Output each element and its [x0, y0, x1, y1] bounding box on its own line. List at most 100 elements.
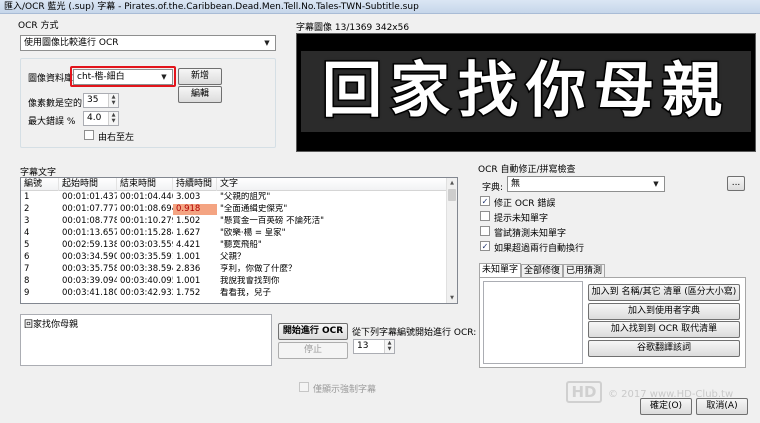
new-db-button[interactable]: 新增	[178, 68, 222, 85]
option-label: 如果超過兩行自動換行	[494, 244, 585, 254]
table-cell-num: 7	[24, 264, 30, 274]
subtitle-image-text: 回家找你母親	[321, 55, 730, 128]
add-user-dict-button[interactable]: 加入到使用者字典	[588, 303, 740, 320]
subtitle-image-preview: 回家找你母親	[296, 33, 756, 152]
table-cell-end: 00:01:15.284	[120, 228, 173, 238]
pixel-space-stepper[interactable]: 35 ▲ ▼	[83, 93, 119, 108]
image-db-label: 圖像資料庫	[28, 74, 74, 84]
table-cell-num: 6	[24, 252, 30, 262]
option-checkbox[interactable]	[480, 211, 490, 221]
table-cell-start: 00:01:13.657	[62, 228, 117, 238]
table-cell-dur: 1.752	[176, 288, 201, 298]
add-ocr-replace-button[interactable]: 加入找到到 OCR 取代清單	[588, 321, 740, 338]
max-error-value: 4.0	[87, 113, 102, 123]
current-text-box[interactable]: 回家找你母親	[20, 314, 272, 366]
scroll-thumb[interactable]	[448, 189, 456, 201]
table-row[interactable]: 7 00:03:35.758 00:03:38.594 2.836 亨利，你做了什麼？	[21, 264, 457, 275]
table-cell-dur: 1.502	[176, 216, 201, 226]
table-row[interactable]: 4 00:01:13.657 00:01:15.284 1.627 "欧樂·楊 = 皇家…	[21, 228, 457, 239]
dictionary-more-button[interactable]: ...	[727, 176, 745, 191]
spinner-arrows-icon[interactable]: ▲ ▼	[384, 340, 394, 353]
tab-unknown-words[interactable]: 未知單字	[479, 263, 521, 278]
ocr-method-group-label: OCR 方式	[18, 21, 59, 31]
table-cell-text: "懸賞金一百英磅 不論死活"	[220, 216, 325, 226]
table-cell-text: "父親的詛咒"	[220, 192, 271, 202]
table-cell-text: 父親？	[220, 252, 246, 262]
table-cell-text: 我說我會找到你	[220, 276, 280, 286]
column-header[interactable]: 編號	[21, 178, 59, 191]
table-row[interactable]: 8 00:03:39.094 00:03:40.095 1.001 我說我會找到你	[21, 276, 457, 287]
start-from-value: 13	[357, 341, 369, 351]
column-header[interactable]: 起始時間	[59, 178, 117, 191]
start-from-label: 從下列字幕編號開始進行 OCR:	[352, 328, 477, 338]
option-label: 嘗試猜測未知單字	[494, 229, 567, 239]
table-row[interactable]: 9 00:03:41.180 00:03:42.932 1.752 看看我，兒子	[21, 288, 457, 299]
vertical-scrollbar[interactable]: ▲ ▼	[446, 178, 457, 303]
dictionary-select[interactable]: 無 ▼	[507, 176, 665, 192]
start-from-stepper[interactable]: 13 ▲ ▼	[353, 339, 395, 354]
table-cell-start: 00:01:07.777	[62, 204, 117, 214]
table-cell-num: 4	[24, 228, 30, 238]
edit-db-button[interactable]: 編輯	[178, 86, 222, 103]
rtl-checkbox[interactable]	[84, 130, 94, 140]
current-text: 回家找你母親	[24, 320, 79, 330]
table-cell-start: 00:01:08.778	[62, 216, 117, 226]
table-row[interactable]: 5 00:02:59.138 00:03:03.559 4.421 "聽寞飛船"	[21, 240, 457, 251]
table-cell-num: 1	[24, 192, 30, 202]
table-cell-start: 00:03:41.180	[62, 288, 117, 298]
chevron-down-icon: ▼	[653, 180, 659, 188]
table-cell-num: 8	[24, 276, 30, 286]
stop-button[interactable]: 停止	[278, 342, 348, 359]
spinner-arrows-icon[interactable]: ▲ ▼	[108, 112, 118, 125]
chevron-down-icon: ▼	[264, 39, 270, 47]
table-cell-dur: 0.918	[173, 204, 217, 215]
image-db-select[interactable]: cht-楷-細白 ▼	[73, 69, 173, 85]
tab-all-fixes[interactable]: 全部修復	[521, 264, 563, 278]
subtitle-list-header: 編號 起始時間 結束時間 持續時間 文字	[21, 178, 457, 191]
site-logo: HD	[566, 381, 602, 403]
table-cell-end: 00:03:03.559	[120, 240, 173, 250]
ocr-method-value: 使用圖像比較進行 OCR	[24, 38, 119, 48]
ocr-method-select[interactable]: 使用圖像比較進行 OCR ▼	[20, 35, 276, 51]
tab-guesses-used[interactable]: 已用猜測	[563, 264, 605, 278]
table-row[interactable]: 3 00:01:08.778 00:01:10.279 1.502 "懸賞金一百英磅 不…	[21, 216, 457, 227]
scroll-down-icon[interactable]: ▼	[447, 293, 457, 303]
option-checkbox[interactable]	[480, 226, 490, 236]
max-error-stepper[interactable]: 4.0 ▲ ▼	[83, 111, 119, 126]
unknown-words-list[interactable]	[483, 281, 583, 364]
table-cell-start: 00:03:35.758	[62, 264, 117, 274]
table-cell-end: 00:03:40.095	[120, 276, 173, 286]
option-checkbox[interactable]: ✓	[480, 196, 490, 206]
column-header[interactable]: 結束時間	[117, 178, 173, 191]
subtitle-list[interactable]: 編號 起始時間 結束時間 持續時間 文字 1 00:01:01.437 00:01:…	[20, 177, 458, 304]
table-cell-text: "全面通緝史傑克"	[220, 204, 288, 214]
table-cell-end: 00:03:38.594	[120, 264, 173, 274]
forced-only-checkbox[interactable]	[299, 382, 309, 392]
table-row[interactable]: 1 00:01:01.437 00:01:04.440 3.003 "父親的詛咒"	[21, 192, 457, 203]
ok-button[interactable]: 確定(O)	[640, 398, 692, 415]
table-row[interactable]: 6 00:03:34.590 00:03:35.591 1.001 父親？	[21, 252, 457, 263]
cancel-button[interactable]: 取消(A)	[696, 398, 748, 415]
google-translate-button[interactable]: 谷歌翻譯該詞	[588, 340, 740, 357]
table-cell-dur: 1.001	[176, 276, 201, 286]
dictionary-value: 無	[511, 179, 521, 189]
rtl-label: 由右至左	[98, 133, 135, 143]
column-header[interactable]: 持續時間	[173, 178, 217, 191]
table-cell-end: 00:03:35.591	[120, 252, 173, 262]
add-names-button[interactable]: 加入到 名稱/其它 清單 (區分大小寫)	[588, 284, 740, 301]
table-cell-text: 看看我，兒子	[220, 288, 272, 298]
start-ocr-button[interactable]: 開始進行 OCR	[278, 323, 348, 340]
spinner-arrows-icon[interactable]: ▲ ▼	[108, 94, 118, 107]
table-row[interactable]: 2 00:01:07.777 00:01:08.694 0.918 "全面通緝史傑克"	[21, 204, 457, 215]
scroll-up-icon[interactable]: ▲	[447, 178, 457, 188]
table-cell-end: 00:01:04.440	[120, 192, 173, 202]
option-label: 提示未知單字	[494, 214, 549, 224]
table-cell-num: 5	[24, 240, 30, 250]
unknown-words-panel: 加入到 名稱/其它 清單 (區分大小寫) 加入到使用者字典 加入找到到 OCR …	[479, 277, 746, 368]
window-title: 匯入/OCR 藍光 (.sup) 字幕 - Pirates.of.the.Car…	[0, 0, 760, 14]
option-checkbox[interactable]: ✓	[480, 241, 490, 251]
table-cell-text: "欧樂·楊 = 皇家"	[220, 228, 286, 238]
column-header[interactable]: 文字	[217, 178, 447, 191]
ocr-correction-group-label: OCR 自動修正/拼寫檢查	[478, 165, 576, 175]
table-cell-start: 00:02:59.138	[62, 240, 117, 250]
